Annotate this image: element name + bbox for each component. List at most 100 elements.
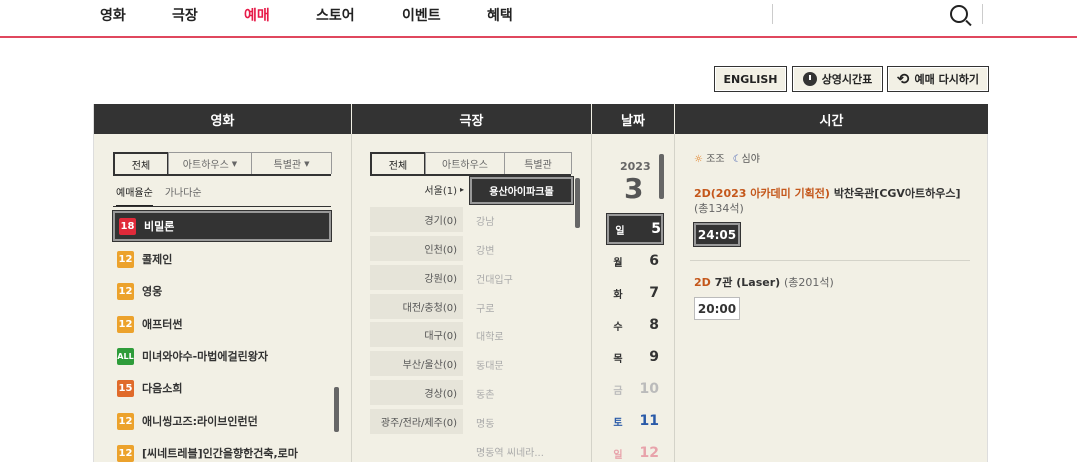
region-item[interactable]: 대전/충청(0)	[370, 294, 463, 321]
movie-title: 애니씽고즈:라이브인런던	[142, 415, 258, 428]
theater-scrollbar[interactable]	[575, 178, 580, 228]
movie-title: 영웅	[142, 285, 163, 298]
nav-event[interactable]: 이벤트	[402, 5, 441, 25]
nav-movie[interactable]: 영화	[100, 5, 126, 25]
rating-badge: 12	[117, 250, 134, 268]
tab-movie-special[interactable]: 특별관 ▼	[251, 152, 332, 174]
date-item[interactable]: 월6	[607, 246, 663, 276]
divider	[351, 134, 352, 462]
tab-theater-all[interactable]: 전체	[370, 152, 426, 174]
rating-badge: 12	[117, 444, 134, 462]
tab-movie-arthouse[interactable]: 아트하우스 ▼	[168, 152, 252, 174]
showtime-button[interactable]: 24:05	[693, 222, 741, 247]
theater-item[interactable]: 강남	[476, 207, 494, 234]
movie-title: [씨네트레블]인간을향한건축,로마	[142, 447, 298, 460]
theater-item[interactable]: 동촌	[476, 380, 494, 407]
english-label: ENGLISH	[723, 72, 778, 86]
region-item[interactable]: 서울(1)	[370, 177, 464, 204]
movie-title: 다음소희	[142, 382, 183, 395]
moon-icon: ☾	[732, 154, 742, 165]
date-scrollbar[interactable]	[659, 154, 664, 199]
date-item[interactable]: 화7	[607, 278, 663, 308]
night-filter[interactable]: ☾심야	[733, 150, 760, 165]
search-icon[interactable]	[950, 5, 968, 23]
screen-tag: 2D	[694, 276, 711, 289]
region-item[interactable]: 광주/전라/제주(0)	[370, 409, 463, 436]
day-of-week: 목	[613, 353, 623, 365]
day-number: 8	[649, 317, 659, 333]
theater-item[interactable]: 용산아이파크몰	[469, 176, 574, 205]
day-number: 10	[639, 381, 659, 397]
nav-ticketing[interactable]: 예매	[244, 5, 270, 25]
rating-badge: 12	[117, 282, 134, 300]
movie-title: 애프터썬	[142, 318, 183, 331]
nav-store[interactable]: 스토어	[316, 5, 355, 25]
theater-item[interactable]: 구로	[476, 294, 494, 321]
morning-filter[interactable]: ☼ 조조	[694, 150, 725, 165]
date-item[interactable]: 일 12	[607, 438, 663, 468]
nav-theater[interactable]: 극장	[172, 5, 198, 25]
movie-item[interactable]: 12 영웅	[113, 276, 331, 306]
tab-theater-arthouse[interactable]: 아트하우스	[425, 152, 505, 174]
schedule-label: 상영시간표	[821, 73, 873, 86]
theater-item[interactable]: 명동역 씨네라...	[476, 438, 544, 465]
movie-item[interactable]: 12 애니씽고즈:라이브인런던	[113, 406, 331, 436]
theater-item[interactable]: 대학로	[476, 322, 504, 349]
day-number: 12	[639, 445, 659, 461]
screen-name: 박찬욱관[CGV아트하우스]	[833, 187, 961, 200]
tab-theater-special[interactable]: 특별관	[504, 152, 572, 174]
region-item[interactable]: 부산/울산(0)	[370, 351, 463, 378]
time-column-header: 시간	[675, 104, 988, 134]
theater-item[interactable]: 명동	[476, 409, 494, 436]
nav-benefit[interactable]: 혜택	[487, 5, 513, 25]
divider	[690, 260, 970, 261]
movie-item[interactable]: 18 비밀론	[112, 210, 332, 242]
region-item[interactable]: 경상(0)	[370, 380, 463, 407]
screen-title: 2D 7관 (Laser) (총201석)	[694, 275, 974, 290]
date-item[interactable]: 일5	[606, 213, 664, 245]
divider	[591, 134, 592, 462]
schedule-button[interactable]: 상영시간표	[792, 66, 883, 92]
date-item[interactable]: 수8	[607, 310, 663, 340]
date-item[interactable]: 금 10	[607, 374, 663, 404]
movie-title: 비밀론	[144, 220, 175, 233]
region-item[interactable]: 인천(0)	[370, 236, 463, 263]
theater-item[interactable]: 건대입구	[476, 265, 513, 292]
day-of-week: 일	[615, 225, 625, 237]
clock-icon	[802, 72, 817, 86]
day-of-week: 화	[613, 289, 623, 301]
movie-item[interactable]: 12 콜제인	[113, 244, 331, 274]
rating-badge: 12	[117, 412, 134, 430]
date-item[interactable]: 토 11	[607, 406, 663, 436]
movie-item[interactable]: 15 다음소희	[113, 373, 331, 403]
movie-scrollbar[interactable]	[334, 387, 339, 432]
movie-item[interactable]: 12 애프터썬	[113, 309, 331, 339]
region-item[interactable]: 경기(0)	[370, 207, 463, 234]
rebook-button[interactable]: ⟲ 예매 다시하기	[887, 66, 989, 92]
tab-movie-all[interactable]: 전체	[113, 152, 169, 174]
day-of-week: 금	[613, 385, 623, 397]
tab-label: 아트하우스	[182, 160, 229, 171]
theater-item[interactable]: 강변	[476, 236, 494, 263]
sort-by-name[interactable]: 가나다순	[165, 184, 202, 206]
time-filter: ☼ 조조 ☾심야	[694, 150, 760, 165]
sort-by-rate[interactable]: 예매율순	[116, 184, 153, 206]
screen-name: 7관 (Laser)	[714, 276, 781, 289]
movie-item[interactable]: 12 [씨네트레블]인간을향한건축,로마	[113, 438, 331, 468]
region-item[interactable]: 강원(0)	[370, 265, 463, 292]
movie-item[interactable]: ALL 미녀와야수-마법에걸린왕자	[113, 341, 331, 371]
reload-icon: ⟲	[896, 69, 910, 88]
showtime-button[interactable]: 20:00	[694, 297, 740, 320]
movie-sort: 예매율순 가나다순	[116, 184, 202, 206]
divider	[982, 4, 983, 24]
date-item[interactable]: 목9	[607, 342, 663, 372]
caret-down-icon: ▼	[231, 159, 238, 168]
date-month: 3	[624, 172, 644, 205]
theater-item[interactable]: 동대문	[476, 351, 504, 378]
english-button[interactable]: ENGLISH	[714, 66, 787, 92]
day-of-week: 수	[613, 321, 623, 333]
theater-column-header: 극장	[352, 104, 591, 134]
day-of-week: 토	[613, 417, 623, 429]
region-item[interactable]: 대구(0)	[370, 322, 463, 349]
day-number: 11	[639, 413, 659, 429]
